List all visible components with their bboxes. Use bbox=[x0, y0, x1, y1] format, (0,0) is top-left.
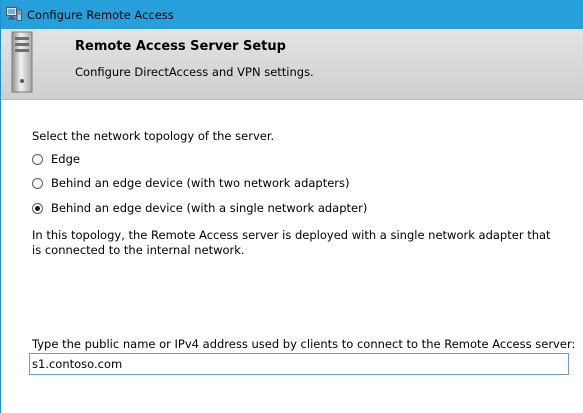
remote-access-window-icon bbox=[6, 7, 22, 21]
radio-button-single-adapter[interactable] bbox=[32, 202, 43, 214]
public-name-input[interactable] bbox=[29, 353, 569, 375]
wizard-header: Remote Access Server Setup Configure Dir… bbox=[1, 29, 583, 100]
radio-single-adapter[interactable]: Behind an edge device (with a single net… bbox=[32, 200, 367, 216]
radio-edge[interactable]: Edge bbox=[32, 151, 80, 167]
topology-description: In this topology, the Remote Access serv… bbox=[32, 228, 551, 257]
radio-button-edge[interactable] bbox=[32, 153, 43, 165]
topology-prompt: Select the network topology of the serve… bbox=[32, 129, 275, 143]
wizard-content: Select the network topology of the serve… bbox=[1, 100, 583, 413]
public-name-label: Type the public name or IPv4 address use… bbox=[32, 337, 576, 351]
page-subtitle: Configure DirectAccess and VPN settings. bbox=[75, 65, 314, 79]
page-title: Remote Access Server Setup bbox=[75, 39, 286, 54]
radio-label-edge[interactable]: Edge bbox=[51, 152, 80, 166]
configure-remote-access-window: Configure Remote Access Remote Access Se… bbox=[0, 0, 583, 413]
window-title: Configure Remote Access bbox=[27, 8, 174, 22]
radio-label-single-adapter[interactable]: Behind an edge device (with a single net… bbox=[51, 201, 367, 215]
server-tower-icon bbox=[11, 31, 33, 93]
radio-button-two-adapters[interactable] bbox=[32, 177, 43, 189]
title-bar[interactable]: Configure Remote Access bbox=[1, 0, 583, 29]
radio-two-adapters[interactable]: Behind an edge device (with two network … bbox=[32, 175, 350, 191]
radio-label-two-adapters[interactable]: Behind an edge device (with two network … bbox=[51, 176, 350, 190]
